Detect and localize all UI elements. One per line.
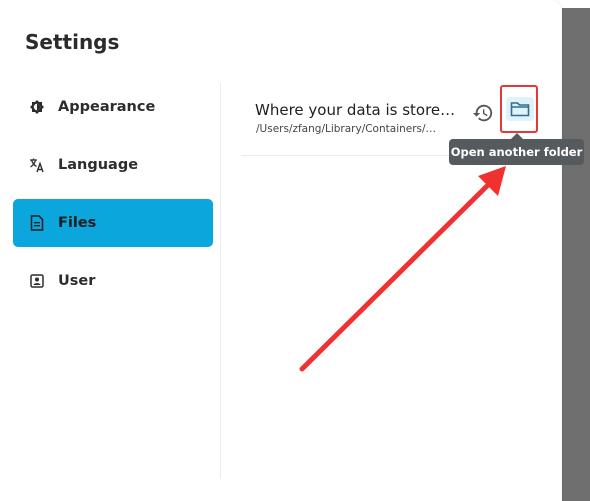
dialog-title: Settings (25, 30, 120, 54)
sidebar-item-language[interactable]: Language (13, 141, 213, 189)
history-button[interactable] (471, 103, 495, 127)
appearance-icon (29, 99, 45, 115)
history-icon (472, 102, 494, 128)
data-location-title: Where your data is store… (255, 101, 455, 119)
settings-dialog: Settings Appearance Language Files User (0, 0, 561, 501)
sidebar-item-label: Appearance (58, 99, 156, 115)
open-folder-tooltip: Open another folder (449, 133, 584, 165)
sidebar-item-files[interactable]: Files (13, 199, 213, 247)
sidebar-item-label: User (58, 273, 96, 289)
open-folder-button[interactable] (501, 85, 539, 133)
sidebar-item-label: Language (58, 157, 139, 173)
translate-icon (29, 157, 45, 173)
sidebar-item-appearance[interactable]: Appearance (13, 83, 213, 131)
user-icon (29, 273, 45, 289)
file-icon (29, 215, 45, 231)
backdrop-overlay (562, 8, 590, 501)
sidebar-item-user[interactable]: User (13, 257, 213, 305)
sidebar-divider (220, 83, 221, 479)
folder-icon (506, 97, 534, 121)
settings-sidebar: Appearance Language Files User (13, 83, 213, 315)
data-location-path: /Users/zfang/Library/Containers/… (256, 123, 436, 135)
sidebar-item-label: Files (58, 215, 97, 231)
